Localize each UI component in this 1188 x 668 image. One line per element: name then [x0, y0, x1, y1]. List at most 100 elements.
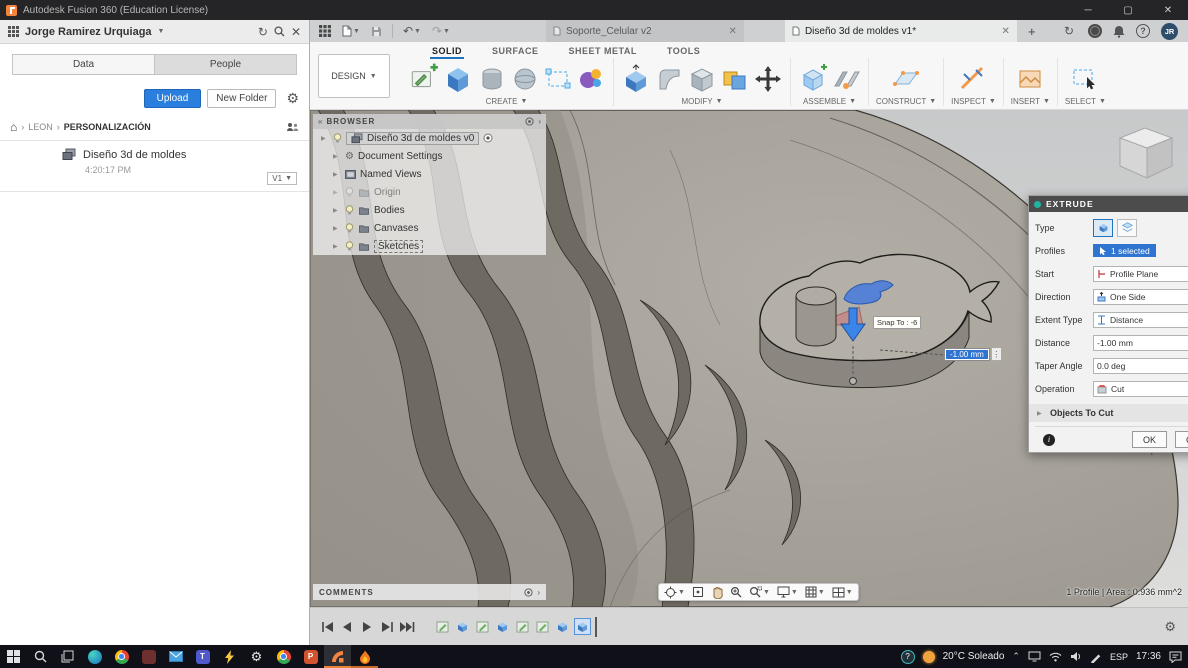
fillet-icon[interactable] — [654, 64, 684, 94]
timeline-feature-sketch[interactable] — [534, 618, 551, 635]
app-autodesk-icon[interactable] — [135, 645, 162, 668]
notifications-bell-icon[interactable] — [1113, 25, 1125, 38]
user-avatar[interactable]: JR — [1161, 23, 1178, 40]
objects-to-cut-section[interactable]: ▶ Objects To Cut — [1029, 404, 1188, 422]
file-menu-grid-icon[interactable] — [316, 21, 334, 41]
browser-item-canvases[interactable]: ▶ Canvases — [313, 219, 546, 237]
new-design-button[interactable]: ▼ — [339, 21, 363, 41]
visibility-bulb-icon[interactable] — [345, 205, 354, 215]
profiles-selected-chip[interactable]: 1 selected — [1093, 244, 1156, 257]
visibility-bulb-icon[interactable] — [345, 223, 354, 233]
app-browser-profile-icon[interactable] — [270, 645, 297, 668]
distance-value[interactable]: -1.00 mm — [946, 350, 988, 359]
timeline-feature-sketch[interactable] — [514, 618, 531, 635]
start-button[interactable] — [0, 645, 27, 668]
create-sketch-icon[interactable] — [407, 62, 439, 94]
version-chip[interactable]: V1▼ — [267, 172, 297, 185]
taper-angle-input[interactable] — [1093, 358, 1188, 374]
browser-item-document-settings[interactable]: ▶ ⚙ Document Settings — [313, 147, 546, 165]
timeline-playhead[interactable] — [595, 617, 597, 637]
pattern-tool-icon[interactable] — [543, 64, 573, 94]
panel-options-icon[interactable] — [524, 588, 533, 597]
timeline-step-forward-button[interactable] — [378, 618, 396, 636]
inspect-menu[interactable]: INSPECT — [951, 97, 986, 106]
pen-icon[interactable] — [1090, 651, 1102, 663]
home-icon[interactable]: ⌂ — [10, 120, 17, 134]
expand-arrow-icon[interactable]: ▶ — [333, 243, 341, 250]
document-tab-soporte-celular[interactable]: Soporte_Celular v2 ✕ — [546, 20, 744, 42]
insert-menu[interactable]: INSERT — [1011, 97, 1040, 106]
language-indicator[interactable]: ESP — [1110, 652, 1128, 662]
close-button[interactable]: ✕ — [1148, 0, 1188, 20]
app-flame-icon[interactable] — [351, 645, 378, 668]
orbit-tool[interactable]: ▼ — [664, 586, 685, 599]
wifi-icon[interactable] — [1049, 652, 1062, 662]
expand-arrow-icon[interactable]: ▶ — [1037, 410, 1045, 417]
timeline-feature-extrude-active[interactable] — [574, 618, 591, 635]
timeline-step-back-button[interactable] — [338, 618, 356, 636]
workspace-selector[interactable]: DESIGN▼ — [318, 54, 390, 98]
move-copy-icon[interactable] — [753, 64, 783, 94]
extrude-tool-icon[interactable] — [442, 62, 474, 94]
taskbar-search-button[interactable] — [27, 645, 54, 668]
comments-bar[interactable]: COMMENTS › — [313, 584, 546, 600]
job-status-icon[interactable]: ↻ — [1061, 21, 1077, 41]
press-pull-icon[interactable] — [621, 64, 651, 94]
extent-type-dropdown[interactable]: Distance▼ — [1093, 312, 1188, 328]
upload-button[interactable]: Upload — [144, 89, 202, 108]
extrude-dialog-header[interactable]: EXTRUDE — [1029, 196, 1188, 212]
combine-icon[interactable] — [720, 64, 750, 94]
new-folder-button[interactable]: New Folder — [207, 89, 276, 108]
cancel-button[interactable]: Cancel — [1175, 431, 1188, 448]
timeline-feature-sketch[interactable] — [434, 618, 451, 635]
look-at-tool[interactable] — [692, 586, 704, 598]
app-edge-icon[interactable] — [81, 645, 108, 668]
hub-name[interactable]: Jorge Ramirez Urquiaga — [25, 26, 152, 38]
assemble-menu[interactable]: ASSEMBLE — [803, 97, 846, 106]
browser-item-named-views[interactable]: ▶ Named Views — [313, 165, 546, 183]
ribbon-tab-sheet-metal[interactable]: SHEET METAL — [567, 44, 639, 59]
visibility-bulb-icon[interactable] — [345, 241, 354, 251]
chevron-right-icon[interactable]: › — [537, 588, 540, 597]
timeline-feature-extrude[interactable] — [494, 618, 511, 635]
browser-item-root[interactable]: ▶ Diseño 3d de moldes v0 — [313, 129, 546, 147]
app-settings-gear-icon[interactable]: ⚙ — [243, 645, 270, 668]
apps-grid-icon[interactable] — [8, 26, 19, 37]
extensions-icon[interactable] — [1088, 24, 1102, 38]
search-icon[interactable] — [274, 26, 285, 37]
action-center-icon[interactable] — [1169, 651, 1182, 663]
timeline-feature-extrude[interactable] — [554, 618, 571, 635]
floating-distance-input[interactable]: -1.00 mm ⋮ — [944, 347, 1002, 361]
create-menu[interactable]: CREATE — [486, 97, 518, 106]
new-component-icon[interactable] — [798, 64, 828, 94]
chevron-right-icon[interactable]: › — [538, 117, 541, 126]
display-settings-tool[interactable]: ▼ — [777, 586, 798, 598]
tab-people[interactable]: People — [155, 54, 297, 75]
timeline-play-button[interactable] — [358, 618, 376, 636]
ok-button[interactable]: OK — [1132, 431, 1167, 448]
expand-arrow-icon[interactable]: ▶ — [321, 135, 329, 142]
help-icon[interactable]: ? — [1136, 24, 1150, 38]
app-bolt-icon[interactable] — [216, 645, 243, 668]
gear-icon[interactable]: ⚙ — [286, 90, 299, 107]
construction-plane-icon[interactable] — [890, 64, 922, 94]
sphere-tool-icon[interactable] — [510, 64, 540, 94]
create-form-icon[interactable] — [576, 64, 606, 94]
chevron-down-icon[interactable]: ▼ — [158, 28, 165, 35]
modify-menu[interactable]: MODIFY — [681, 97, 712, 106]
zoom-window-tool[interactable]: ▼ — [749, 586, 770, 598]
document-tab-diseno-moldes[interactable]: Diseño 3d de moldes v1* ✕ — [785, 20, 1017, 42]
select-menu[interactable]: SELECT — [1065, 97, 1096, 106]
distance-input[interactable] — [1093, 335, 1188, 351]
browser-item-sketches[interactable]: ▶ Sketches — [313, 237, 546, 255]
timeline-go-end-button[interactable] — [398, 618, 416, 636]
grid-layout-tool[interactable]: ▼ — [805, 586, 825, 598]
monitor-tray-icon[interactable] — [1028, 651, 1041, 662]
app-fusion360-icon[interactable] — [324, 645, 351, 668]
ribbon-tab-solid[interactable]: SOLID — [430, 44, 464, 59]
visibility-bulb-icon[interactable] — [345, 187, 354, 197]
timeline-gear-icon[interactable]: ⚙ — [1164, 619, 1176, 635]
help-tray-icon[interactable]: ? — [901, 650, 915, 664]
revolve-tool-icon[interactable] — [477, 64, 507, 94]
visibility-bulb-icon[interactable] — [333, 133, 342, 143]
